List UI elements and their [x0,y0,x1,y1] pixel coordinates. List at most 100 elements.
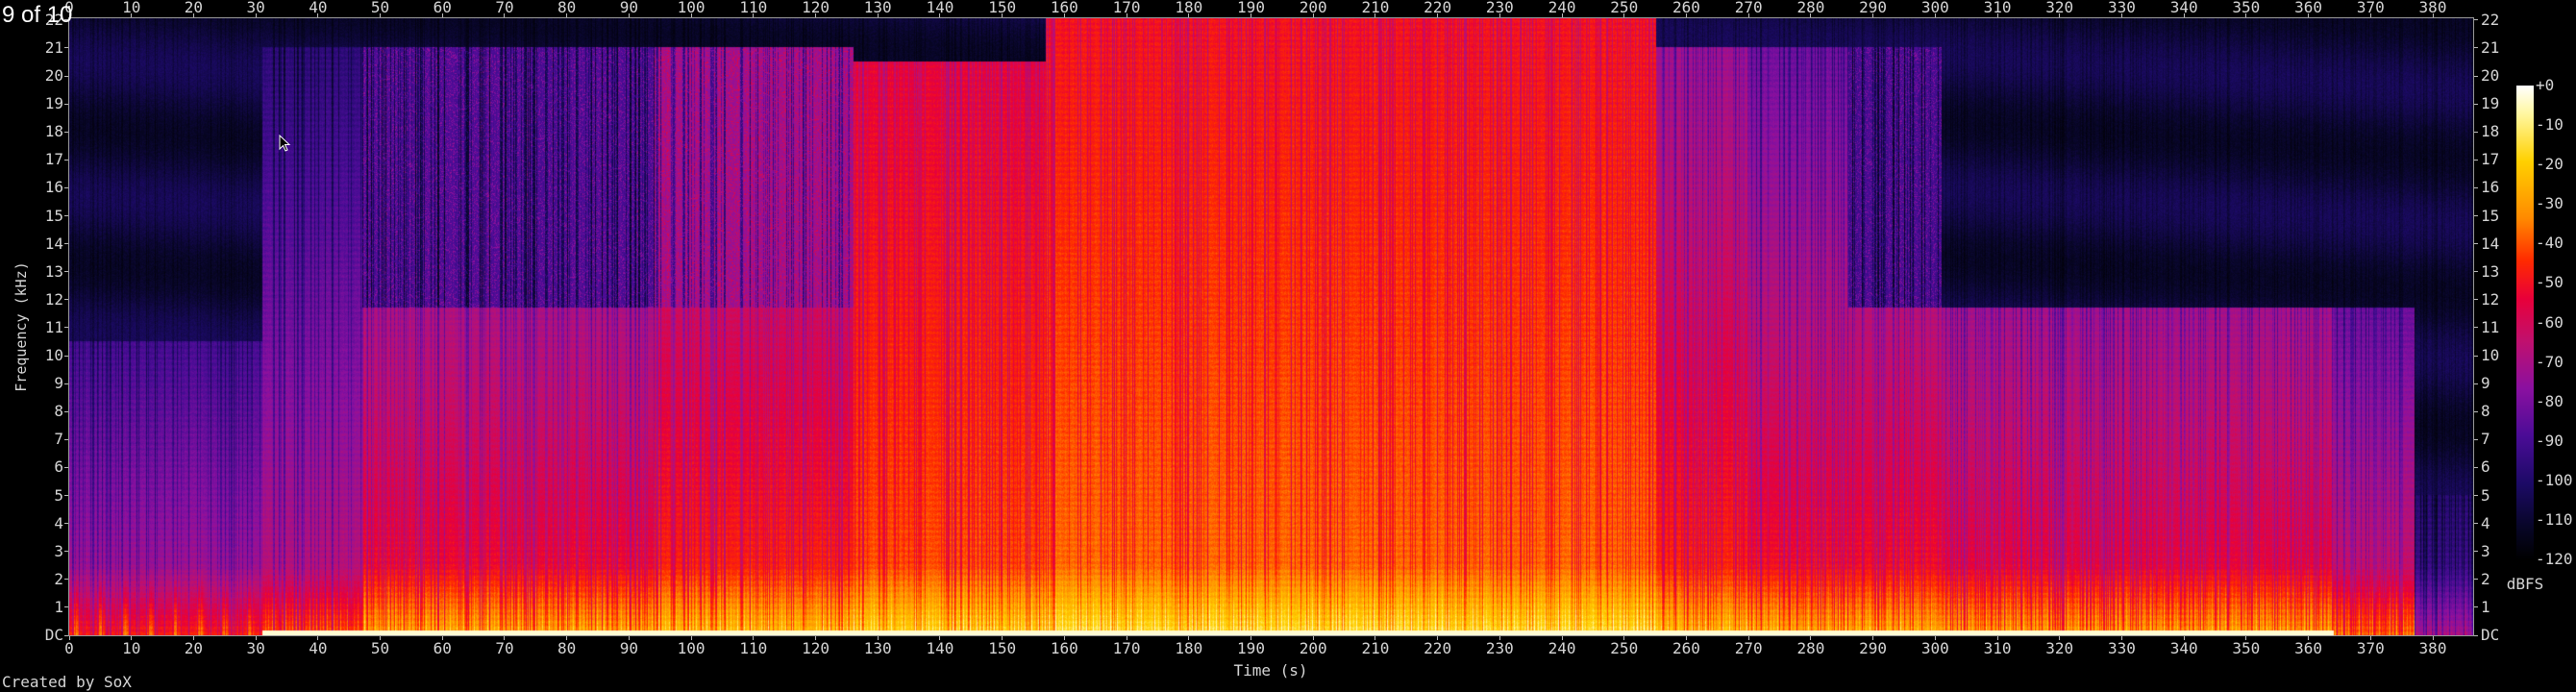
y-tick-label: 10 [44,346,63,364]
y-tick-label-right: 16 [2481,178,2500,197]
x-tick-label: 310 [1983,639,2012,657]
y-tick-label: 1 [54,597,63,616]
y-tick-label-right: 13 [2481,261,2500,281]
colorbar [2516,86,2534,559]
x-tick-label: 130 [863,639,892,657]
y-tick-label: 9 [54,374,63,393]
y-tick-label-right: 9 [2481,374,2490,393]
x-tick-label: 180 [1175,639,1203,657]
colorbar-tick-label: -120 [2536,550,2573,568]
spectrogram-plot [68,17,2474,636]
x-tick-label: 30 [246,639,265,657]
x-tick-label: 150 [988,639,1017,657]
x-axis-label: Time (s) [1233,661,1308,680]
x-tick-label: 20 [184,639,204,657]
x-tick-label: 10 [122,639,141,657]
x-tick-label: 350 [2232,639,2261,657]
y-tick-label-right: 17 [2481,150,2500,169]
y-tick-label: 5 [54,485,63,505]
x-tick-label: 230 [1485,639,1514,657]
x-tick-label: 60 [433,639,452,657]
image-counter: 9 of 10 [2,2,73,28]
x-tick-label: 240 [1548,639,1576,657]
x-tick-label: 340 [2169,639,2198,657]
colorbar-tick-label: -80 [2536,391,2564,410]
y-tick-label-right: 11 [2481,317,2500,336]
x-tick-label: 0 [64,639,74,657]
x-tick-label: 170 [1112,639,1141,657]
y-tick-label-right: 4 [2481,513,2490,532]
x-tick-label: 360 [2294,639,2323,657]
y-tick-label: 8 [54,402,63,421]
y-tick-label: 19 [44,94,63,113]
mouse-cursor-icon [279,135,291,152]
y-tick-label-right: 22 [2481,10,2500,29]
y-tick-label: 21 [44,37,63,57]
x-tick-label: 140 [926,639,954,657]
colorbar-tick-label: -90 [2536,431,2564,450]
x-tick-label: 200 [1299,639,1327,657]
colorbar-tick-label: +0 [2536,76,2555,94]
y-tick-label-right: 21 [2481,37,2500,57]
x-tick-label: 160 [1050,639,1078,657]
y-tick-label-right: 18 [2481,122,2500,141]
y-axis-label: Frequency (kHz) [12,261,30,392]
x-tick-label: 270 [1734,639,1763,657]
y-tick-label-right: DC [2481,626,2500,644]
y-tick-label-right: 20 [2481,66,2500,85]
y-tick-label: 18 [44,122,63,141]
y-tick-label: 3 [54,541,63,560]
y-tick-label: 14 [44,234,63,253]
x-tick-label: 110 [739,639,768,657]
y-tick-label-right: 1 [2481,597,2490,616]
x-tick-label: 210 [1361,639,1390,657]
x-tick-label: 380 [2418,639,2447,657]
y-tick-label-right: 19 [2481,94,2500,113]
y-tick-label-right: 8 [2481,402,2490,421]
x-tick-label: 280 [1796,639,1825,657]
y-tick-label-right: 12 [2481,289,2500,309]
y-tick-label: 12 [44,289,63,309]
colorbar-tick-label: -100 [2536,470,2573,489]
y-tick-label: 11 [44,317,63,336]
colorbar-tick-label: -30 [2536,194,2564,213]
x-tick-label: 70 [495,639,514,657]
x-tick-label: 370 [2356,639,2385,657]
colorbar-tick-label: -60 [2536,312,2564,332]
y-tick-label-right: 14 [2481,234,2500,253]
y-tick-label-right: 15 [2481,206,2500,225]
x-tick-label: 300 [1920,639,1949,657]
x-tick-label: 100 [677,639,706,657]
colorbar-tick-label: -40 [2536,234,2564,253]
x-tick-label: 120 [802,639,830,657]
y-tick-label: 17 [44,150,63,169]
x-tick-label: 250 [1610,639,1639,657]
x-tick-label: 330 [2107,639,2136,657]
y-tick-label: 6 [54,457,63,477]
y-tick-label: 15 [44,206,63,225]
x-tick-label: 50 [370,639,390,657]
x-tick-label: 190 [1237,639,1265,657]
credit-text: Created by SoX [2,673,132,691]
y-tick-label-right: 3 [2481,541,2490,560]
colorbar-unit-label: dBFS [2506,575,2544,593]
spectrogram-heatmap [69,18,2473,635]
y-tick-label-right: 5 [2481,485,2490,505]
y-tick-label-right: 7 [2481,430,2490,449]
x-tick-label: 290 [1859,639,1888,657]
y-tick-label: 13 [44,261,63,281]
y-tick-label-right: 2 [2481,569,2490,588]
x-tick-label: 220 [1424,639,1452,657]
y-tick-label-right: 6 [2481,457,2490,477]
y-tick-label: 20 [44,66,63,85]
y-tick-label: 2 [54,569,63,588]
x-tick-label: 260 [1672,639,1700,657]
x-tick-label: 320 [2045,639,2074,657]
y-tick-label-right: 10 [2481,346,2500,364]
y-tick-label: DC [44,626,63,644]
x-tick-label: 90 [619,639,639,657]
colorbar-tick-label: -10 [2536,115,2564,135]
colorbar-tick-label: -50 [2536,273,2564,292]
x-tick-label: 80 [557,639,577,657]
colorbar-tick-label: -70 [2536,352,2564,371]
